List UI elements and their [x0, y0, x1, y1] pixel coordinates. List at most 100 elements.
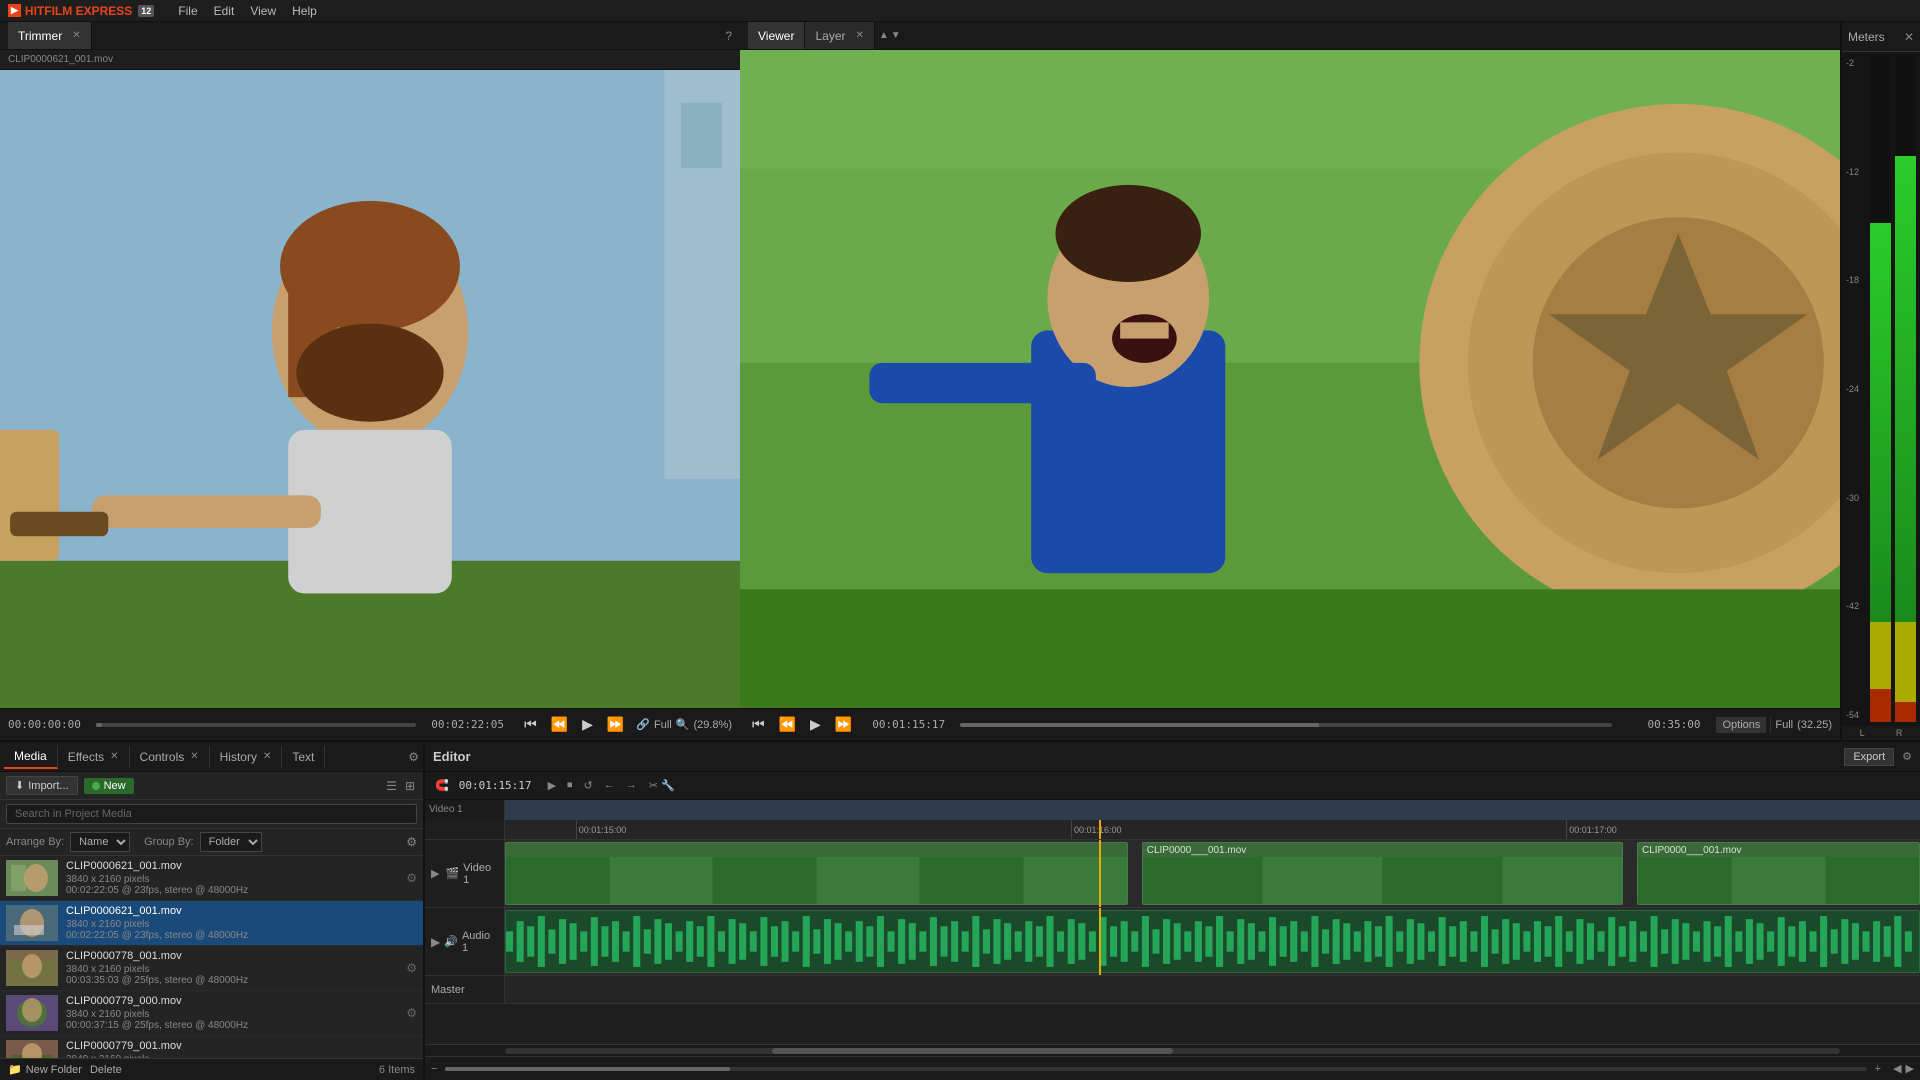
trimmer-full-label[interactable]: Full — [654, 719, 672, 731]
timeline-nav-next-btn[interactable]: ▶ — [1906, 1062, 1914, 1075]
arrange-select[interactable]: Name — [70, 832, 130, 852]
db-label-neg24: -24 — [1846, 384, 1866, 394]
timeline-scrollbar[interactable] — [505, 1048, 1840, 1054]
viewer-zoom-value: (32.25) — [1797, 719, 1832, 731]
viewer-time-current: 00:01:15:17 — [872, 718, 952, 731]
menu-help[interactable]: Help — [292, 4, 317, 18]
ruler-mark-1-label: 00:01:15:00 — [579, 825, 627, 835]
timeline-top-bar: Video 1 — [425, 800, 1920, 820]
media-panel-tabs: Media Effects ✕ Controls ✕ History ✕ Tex… — [0, 742, 423, 772]
viewer-skip-start-btn[interactable]: ⏮ — [748, 716, 769, 733]
tab-media-label: Media — [14, 749, 47, 763]
editor-settings-icon[interactable]: ⚙ — [1902, 750, 1912, 763]
track-expand-icon[interactable]: ▶ — [431, 867, 439, 880]
timeline-range-bar — [505, 800, 1920, 820]
tab-controls[interactable]: Controls ✕ — [130, 746, 210, 768]
editor-out-btn[interactable]: → — [622, 777, 641, 794]
media-item-selected[interactable]: CLIP0000621_001.mov 3840 x 2160 pixels 0… — [0, 901, 423, 946]
tab-media[interactable]: Media — [4, 745, 58, 769]
vu-fill-right-green — [1895, 156, 1916, 622]
trimmer-prev-frame-btn[interactable]: ⏪ — [547, 716, 572, 733]
tab-text[interactable]: Text — [282, 746, 325, 768]
media-item-4[interactable]: CLIP0000779_001.mov 3840 x 2160 pixels 0… — [0, 1036, 423, 1058]
tracks-label-spacer: Video 1 — [425, 800, 505, 820]
vu-bar-right — [1895, 56, 1916, 722]
timeline-zoom-out-btn[interactable]: − — [431, 1063, 437, 1075]
trimmer-scrubber[interactable] — [96, 723, 416, 727]
media-details-3a: 3840 x 2160 pixels — [66, 1009, 398, 1020]
media-panel-settings-icon[interactable]: ⚙ — [408, 750, 419, 764]
viewer-scrubber[interactable] — [960, 723, 1612, 727]
trimmer-close-btn[interactable]: ✕ — [72, 30, 80, 41]
audio-expand-icon[interactable]: ▶ — [431, 935, 440, 949]
menu-view[interactable]: View — [250, 4, 276, 18]
menu-bar: ▶ HITFILM EXPRESS 12 File Edit View Help — [0, 0, 1920, 22]
viewer-prev-arrow[interactable]: ▲ — [879, 30, 889, 41]
search-input[interactable] — [6, 804, 417, 824]
viewer-play-btn[interactable]: ▶ — [806, 716, 825, 733]
layer-tab[interactable]: Layer ✕ — [805, 22, 874, 49]
video-clip-2[interactable]: CLIP0000___001.mov — [1142, 842, 1623, 905]
timeline-nav-prev-btn[interactable]: ◀ — [1893, 1062, 1901, 1075]
trimmer-skip-start-btn[interactable]: ⏮ — [520, 716, 541, 733]
tab-history[interactable]: History ✕ — [210, 746, 283, 768]
timeline-scrollbar-thumb[interactable] — [772, 1048, 1173, 1054]
audio-playhead — [1099, 908, 1101, 975]
group-select[interactable]: Folder — [200, 832, 262, 852]
viewer-options-btn[interactable]: Options — [1716, 717, 1766, 733]
vu-channel-labels: L R — [1842, 726, 1920, 740]
video-track-content[interactable]: CLIP0000___001.mov CLIP0000_ — [505, 840, 1920, 907]
media-settings-icon-0[interactable]: ⚙ — [406, 871, 417, 885]
trimmer-panel: Trimmer ✕ ? CLIP0000621_001.mov — [0, 22, 740, 740]
meters-title: Meters — [1848, 30, 1885, 44]
tab-controls-close[interactable]: ✕ — [190, 751, 198, 762]
viewer-full-label[interactable]: Full — [1775, 719, 1793, 731]
viewer-next-frame-btn[interactable]: ⏩ — [831, 716, 856, 733]
trimmer-tab[interactable]: Trimmer ✕ — [8, 22, 92, 49]
editor-magnet-btn[interactable]: 🧲 — [431, 777, 453, 794]
media-filename-2: CLIP0000778_001.mov — [66, 950, 398, 962]
viewer-prev-frame-btn[interactable]: ⏪ — [775, 716, 800, 733]
media-info-0: CLIP0000621_001.mov 3840 x 2160 pixels 0… — [66, 860, 398, 896]
audio-track-icon: 🔊 — [444, 935, 458, 948]
arrange-settings-icon[interactable]: ⚙ — [406, 835, 417, 849]
trimmer-next-frame-btn[interactable]: ⏩ — [603, 716, 628, 733]
new-button[interactable]: New — [84, 778, 134, 794]
vu-fill-left-yellow — [1870, 622, 1891, 689]
tab-effects-close[interactable]: ✕ — [110, 751, 118, 762]
media-settings-icon-2[interactable]: ⚙ — [406, 961, 417, 975]
viewer-next-arrow[interactable]: ▼ — [891, 30, 901, 41]
media-settings-icon-3[interactable]: ⚙ — [406, 1006, 417, 1020]
media-item-3[interactable]: CLIP0000779_000.mov 3840 x 2160 pixels 0… — [0, 991, 423, 1036]
audio-clip-1[interactable] — [505, 910, 1920, 973]
list-view-icon[interactable]: ☰ — [384, 777, 399, 795]
tab-effects[interactable]: Effects ✕ — [58, 746, 130, 768]
ruler-marks-area: 00:01:15:00 00:01:16:00 00:01:17:00 — [505, 820, 1920, 839]
timeline-zoom-slider[interactable] — [445, 1067, 1866, 1071]
trimmer-play-btn[interactable]: ▶ — [578, 716, 597, 733]
menu-edit[interactable]: Edit — [214, 4, 235, 18]
editor-play-btn[interactable]: ▶ — [544, 777, 560, 794]
editor-in-btn[interactable]: ← — [600, 777, 619, 794]
timeline-zoom-in-btn[interactable]: + — [1875, 1063, 1881, 1075]
arrange-bar: Arrange By: Name Group By: Folder ⚙ — [0, 829, 423, 856]
menu-file[interactable]: File — [178, 4, 197, 18]
audio-track-content[interactable] — [505, 908, 1920, 975]
media-item[interactable]: CLIP0000621_001.mov 3840 x 2160 pixels 0… — [0, 856, 423, 901]
trimmer-filename: CLIP0000621_001.mov — [8, 54, 113, 65]
meters-close-btn[interactable]: ✕ — [1904, 30, 1914, 44]
tab-history-close[interactable]: ✕ — [263, 751, 271, 762]
delete-button[interactable]: Delete — [90, 1064, 122, 1076]
video-clip-1[interactable] — [505, 842, 1128, 905]
video-clip-3[interactable]: CLIP0000___001.mov — [1637, 842, 1920, 905]
media-item-2[interactable]: CLIP0000778_001.mov 3840 x 2160 pixels 0… — [0, 946, 423, 991]
grid-view-icon[interactable]: ⊞ — [403, 777, 417, 795]
editor-loop-btn[interactable]: ↺ — [580, 777, 597, 794]
export-button[interactable]: Export — [1844, 748, 1894, 766]
new-folder-button[interactable]: 📁 New Folder — [8, 1063, 82, 1076]
editor-stop-btn[interactable]: ⏹ — [563, 777, 577, 794]
viewer-tab[interactable]: Viewer — [748, 22, 805, 49]
import-button[interactable]: ⬇ Import... — [6, 776, 78, 795]
layer-close-btn[interactable]: ✕ — [856, 30, 864, 41]
trimmer-help-icon[interactable]: ? — [725, 29, 732, 43]
